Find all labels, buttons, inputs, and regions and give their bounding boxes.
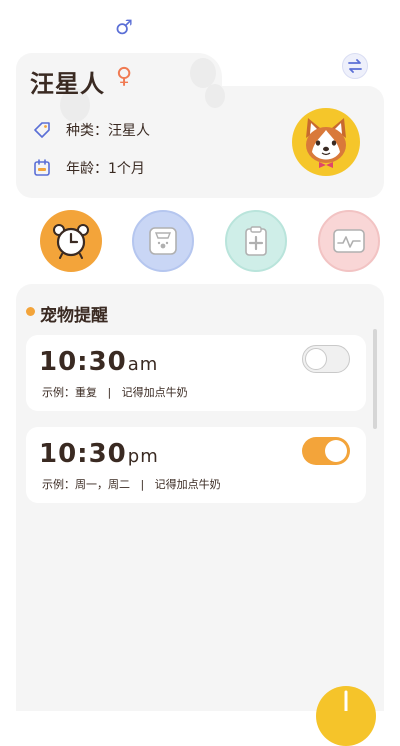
age-row: 年龄： 1个月 [32, 158, 145, 178]
section-dot [26, 307, 35, 316]
age-label: 年龄： [66, 161, 108, 177]
reminders-title: 宠物提醒 [40, 306, 108, 326]
reminder-card[interactable]: 10:30pm 示例：周一，周二 | 记得加点牛奶 [26, 427, 366, 503]
health-action-button[interactable] [318, 210, 380, 272]
switch-arrows-icon [348, 59, 362, 73]
tag-icon [32, 120, 52, 140]
reminder-toggle[interactable] [302, 437, 350, 465]
alarm-clock-icon [53, 224, 89, 259]
paw-decoration [205, 84, 225, 108]
switch-pet-button[interactable] [342, 53, 368, 79]
reminder-toggle[interactable] [302, 345, 350, 373]
reminder-scrollbar[interactable] [373, 329, 377, 429]
pet-avatar[interactable] [292, 108, 360, 176]
alarm-action-button[interactable] [40, 210, 102, 272]
medical-action-button[interactable] [225, 210, 287, 272]
toggle-knob [325, 440, 347, 462]
pet-name: 汪星人 [30, 70, 105, 98]
reminder-note: 示例：周一，周二 | 记得加点牛奶 [42, 478, 221, 491]
reminder-time: 10:30am [39, 347, 159, 377]
health-monitor-icon [333, 229, 365, 253]
add-icon [344, 690, 348, 711]
calendar-icon [32, 158, 52, 178]
male-gender-icon[interactable]: ♂ [115, 15, 133, 39]
female-gender-icon: ♀ [116, 64, 133, 89]
reminder-card[interactable]: 10:30am 示例：重复 | 记得加点牛奶 [26, 335, 366, 411]
age-value: 1个月 [108, 161, 145, 177]
corgi-avatar-icon [306, 118, 346, 168]
medical-record-icon [245, 226, 267, 256]
add-reminder-button[interactable] [316, 686, 376, 746]
weight-action-button[interactable] [132, 210, 194, 272]
species-value: 汪星人 [108, 123, 150, 139]
species-label: 种类： [66, 123, 108, 139]
toggle-knob [305, 348, 327, 370]
reminder-time: 10:30pm [39, 439, 159, 469]
weight-scale-icon [149, 227, 177, 255]
species-row: 种类： 汪星人 [32, 120, 150, 140]
reminder-note: 示例：重复 | 记得加点牛奶 [42, 386, 188, 399]
